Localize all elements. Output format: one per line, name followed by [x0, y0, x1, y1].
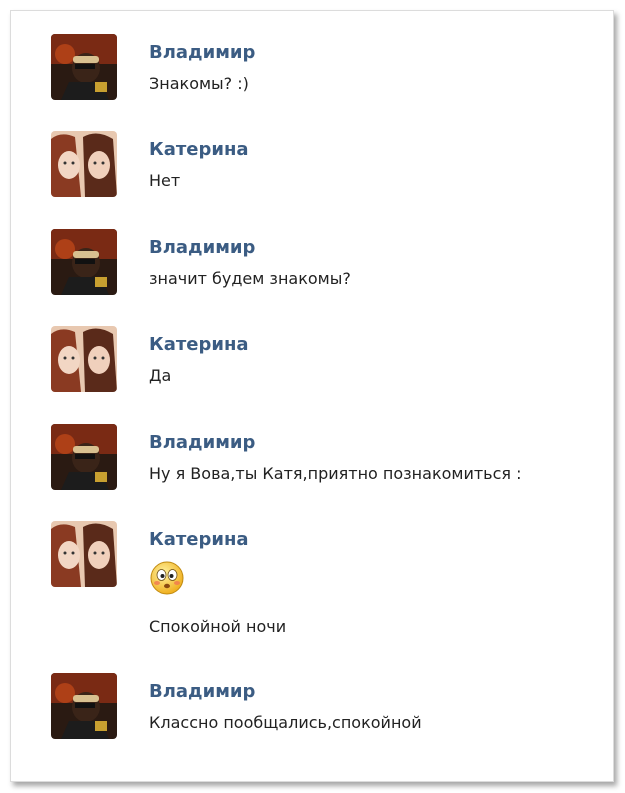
message-text: Спокойной ночи: [149, 617, 287, 636]
message-text: Знакомы? :): [149, 74, 249, 93]
chat-window: Владимир Знакомы? :) Катерина Нет Владим…: [10, 10, 614, 782]
message-text: Классно пообщались,спокойной: [149, 713, 422, 732]
author-name[interactable]: Владимир: [149, 41, 613, 65]
author-name[interactable]: Катерина: [149, 138, 613, 162]
author-name[interactable]: Катерина: [149, 528, 613, 552]
author-name[interactable]: Владимир: [149, 431, 613, 455]
author-name[interactable]: Владимир: [149, 236, 613, 260]
katerina-avatar[interactable]: [51, 326, 117, 392]
blushing-smiley-icon: [149, 560, 185, 596]
message-text: Да: [149, 366, 172, 385]
vladimir-avatar[interactable]: [51, 673, 117, 739]
message-text: Нет: [149, 171, 181, 190]
author-name[interactable]: Катерина: [149, 333, 613, 357]
message-text: Ну я Вова,ты Катя,приятно познакомиться …: [149, 464, 522, 483]
katerina-avatar[interactable]: [51, 521, 117, 587]
vladimir-avatar[interactable]: [51, 424, 117, 490]
katerina-avatar[interactable]: [51, 131, 117, 197]
message-text: значит будем знакомы?: [149, 269, 351, 288]
vladimir-avatar[interactable]: [51, 34, 117, 100]
author-name[interactable]: Владимир: [149, 680, 613, 704]
vladimir-avatar[interactable]: [51, 229, 117, 295]
